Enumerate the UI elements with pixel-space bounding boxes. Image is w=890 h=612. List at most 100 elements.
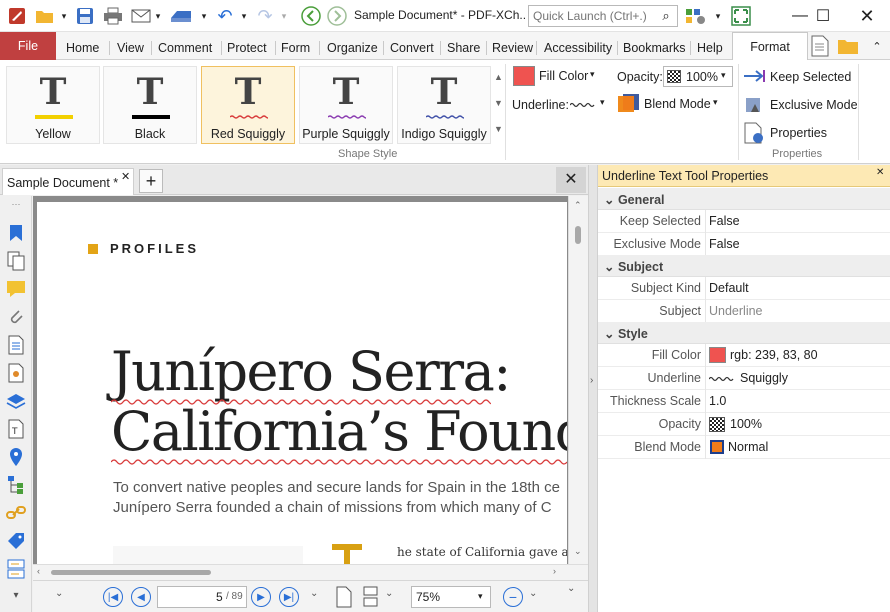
shape-style-purple-squiggly[interactable]: T Purple Squiggly <box>299 66 393 144</box>
tab-form[interactable]: Form <box>275 37 316 59</box>
destinations-icon[interactable] <box>4 446 28 468</box>
tab-comment[interactable]: Comment <box>152 37 218 59</box>
opacity-dropdown[interactable]: 100% ▾ <box>663 66 733 87</box>
tab-file[interactable]: File <box>0 32 56 60</box>
bookmarks-icon[interactable] <box>4 222 28 244</box>
scrollbar-thumb[interactable] <box>575 226 581 244</box>
chevron-down-icon[interactable]: ▾ <box>712 5 724 27</box>
scroll-left-icon[interactable]: ‹ <box>37 566 40 576</box>
continuous-page-icon[interactable] <box>361 586 381 608</box>
customize-toolbar-icon[interactable] <box>684 5 710 27</box>
attachments-icon[interactable] <box>4 306 28 328</box>
chevron-down-icon[interactable]: ▾ <box>198 5 210 27</box>
structure-icon[interactable] <box>4 474 28 496</box>
squiggly-underline-icon[interactable] <box>570 102 596 108</box>
collapse-sidebar-icon[interactable]: ⋯ <box>4 198 28 210</box>
tab-bookmarks[interactable]: Bookmarks <box>617 37 692 59</box>
fill-color-swatch[interactable] <box>513 66 535 86</box>
vertical-scrollbar[interactable]: ⌃ ⌄ <box>568 196 588 564</box>
property-row[interactable]: Keep Selected False <box>598 210 890 233</box>
chevron-down-icon[interactable]: ▾ <box>152 5 164 27</box>
chevron-down-icon[interactable]: ▾ <box>590 69 595 80</box>
tab-share[interactable]: Share <box>441 37 486 59</box>
more-icon[interactable]: ⌄ <box>567 583 575 594</box>
gallery-scroll-up-icon[interactable]: ▲ <box>494 72 503 82</box>
zoom-out-button[interactable]: − <box>503 587 523 607</box>
category-subject[interactable]: ⌄ Subject <box>598 255 890 277</box>
close-tab-icon[interactable]: ✕ <box>121 170 130 183</box>
gallery-expand-icon[interactable]: ▼ <box>494 124 503 134</box>
signatures-icon[interactable] <box>4 362 28 384</box>
content-icon[interactable]: T <box>4 418 28 440</box>
chevron-down-icon[interactable]: ▾ <box>713 97 718 108</box>
scrollbar-thumb[interactable] <box>51 570 211 575</box>
document-tab[interactable]: Sample Document * ✕ <box>2 168 134 195</box>
tab-protect[interactable]: Protect <box>221 37 273 59</box>
shape-style-indigo-squiggly[interactable]: T Indigo Squiggly <box>397 66 491 144</box>
category-style[interactable]: ⌄ Style <box>598 322 890 344</box>
undo-icon[interactable]: ↶ <box>214 5 236 27</box>
print-icon[interactable] <box>102 5 124 27</box>
links-icon[interactable] <box>4 502 28 524</box>
layers-icon[interactable] <box>4 390 28 412</box>
single-page-icon[interactable] <box>335 586 353 608</box>
tab-format[interactable]: Format <box>732 32 808 61</box>
document-viewport[interactable]: PROFILES Junípero Serra: California’s Fo… <box>33 196 588 564</box>
fullscreen-icon[interactable] <box>730 5 752 27</box>
close-panel-icon[interactable]: ✕ <box>876 167 884 178</box>
tab-view[interactable]: View <box>111 37 150 59</box>
document-properties-icon[interactable] <box>4 334 28 356</box>
exclusive-mode-button[interactable]: Exclusive Mode <box>770 98 858 112</box>
blend-mode-icon[interactable] <box>617 93 641 115</box>
property-row[interactable]: Subject Underline <box>598 300 890 323</box>
sidebar-more-icon[interactable]: ▾ <box>4 588 28 602</box>
chevron-right-icon[interactable]: › <box>590 375 593 386</box>
folder-icon[interactable] <box>836 35 860 57</box>
property-row[interactable]: Exclusive Mode False <box>598 233 890 256</box>
save-icon[interactable] <box>74 5 96 27</box>
first-page-button[interactable]: |◀ <box>103 587 123 607</box>
fields-icon[interactable] <box>4 558 28 580</box>
redo-icon[interactable]: ↷ <box>254 5 276 27</box>
chevron-down-icon[interactable]: ⌄ <box>529 588 537 599</box>
new-tab-button[interactable]: + <box>139 169 163 193</box>
tab-convert[interactable]: Convert <box>384 37 440 59</box>
open-folder-icon[interactable] <box>34 5 56 27</box>
document-icon[interactable] <box>808 35 832 57</box>
search-icon[interactable]: ⌕ <box>656 5 676 27</box>
property-row[interactable]: Opacity 100% <box>598 413 890 436</box>
tab-organize[interactable]: Organize <box>321 37 384 59</box>
category-general[interactable]: ⌄ General <box>598 188 890 210</box>
scroll-up-icon[interactable]: ⌃ <box>574 200 582 211</box>
pages-icon[interactable] <box>4 250 28 272</box>
chevron-down-icon[interactable]: ⌄ <box>385 588 393 599</box>
shape-style-black[interactable]: T Black <box>103 66 197 144</box>
fill-color-button[interactable]: Fill Color <box>539 69 588 83</box>
previous-page-button[interactable]: ◀ <box>131 587 151 607</box>
blend-mode-button[interactable]: Blend Mode <box>644 97 711 111</box>
comments-icon[interactable] <box>4 278 28 300</box>
tab-help[interactable]: Help <box>691 37 729 59</box>
last-page-button[interactable]: ▶| <box>279 587 299 607</box>
scroll-right-icon[interactable]: › <box>553 566 556 576</box>
panel-splitter[interactable]: › <box>588 165 598 612</box>
collapse-ribbon-icon[interactable]: ⌃ <box>868 35 886 57</box>
gallery-scroll-down-icon[interactable]: ▼ <box>494 98 503 108</box>
shape-style-yellow[interactable]: T Yellow <box>6 66 100 144</box>
back-icon[interactable] <box>300 5 322 27</box>
maximize-button[interactable]: ☐ <box>800 0 846 32</box>
property-row[interactable]: Underline Squiggly <box>598 367 890 390</box>
keep-selected-button[interactable]: Keep Selected <box>770 70 851 84</box>
chevron-down-icon[interactable]: ⌄ <box>55 588 63 599</box>
next-page-button[interactable]: ▶ <box>251 587 271 607</box>
properties-button[interactable]: Properties <box>770 126 827 140</box>
property-row[interactable]: Blend Mode Normal <box>598 436 890 459</box>
tab-home[interactable]: Home <box>60 37 105 59</box>
email-icon[interactable] <box>130 5 152 27</box>
chevron-down-icon[interactable]: ▾ <box>600 97 605 108</box>
close-window-button[interactable]: ✕ <box>844 0 890 32</box>
property-row[interactable]: Subject Kind Default <box>598 277 890 300</box>
property-row[interactable]: Thickness Scale 1.0 <box>598 390 890 413</box>
shape-style-red-squiggly[interactable]: T Red Squiggly <box>201 66 295 144</box>
chevron-down-icon[interactable]: ▾ <box>278 5 290 27</box>
